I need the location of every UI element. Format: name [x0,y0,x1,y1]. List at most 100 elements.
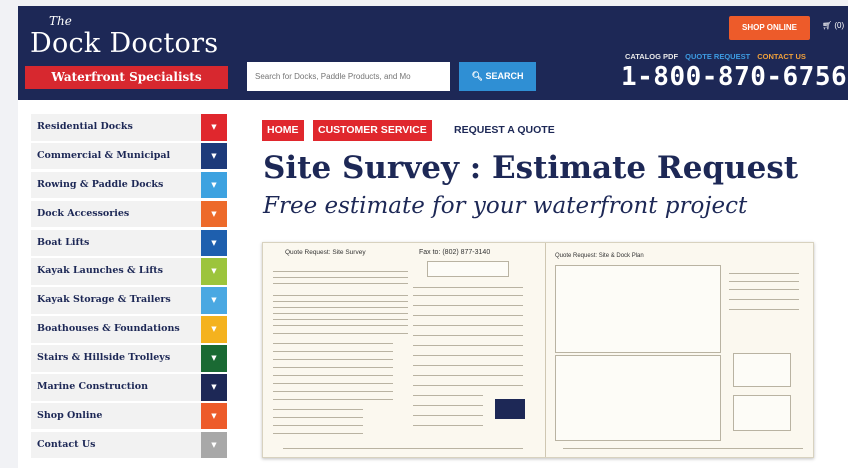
form-diagram-box [733,395,791,431]
form-left-heading: Quote Request: Site Survey [285,249,366,256]
breadcrumb-customer-service[interactable]: CUSTOMER SERVICE [313,120,432,141]
form-line [413,385,523,386]
sidebar-item-contact-us[interactable]: Contact Us ▼ [31,431,227,459]
sidebar-nav: Residential Docks ▼ Commercial & Municipa… [31,114,227,461]
sidebar-item-label: Rowing & Paddle Docks [37,178,164,190]
logo-tagline: Waterfront Specialists [25,66,228,89]
form-line [273,383,393,384]
chevron-down-icon: ▼ [201,431,227,459]
shop-online-button[interactable]: SHOP ONLINE [729,16,810,40]
site-header: The Dock Doctors Waterfront Specialists … [18,6,848,100]
form-line [273,313,408,314]
form-line [729,273,799,274]
breadcrumb-home[interactable]: HOME [262,120,304,141]
form-line [273,417,363,418]
form-line [413,335,523,336]
form-line [273,333,408,334]
page-title: Site Survey : Estimate Request [263,150,799,186]
cart-count: (0) [834,21,845,30]
form-line [729,289,799,290]
cart-link[interactable]: 🛒︎ (0) [822,21,844,30]
search-button[interactable]: 🔍︎ SEARCH [459,62,536,91]
sidebar-item-label: Contact Us [37,438,96,450]
search-button-label: SEARCH [485,71,524,81]
form-line [273,425,363,426]
chevron-down-icon: ▼ [201,374,227,401]
form-logo-image [495,399,525,419]
sidebar-item-label: Marine Construction [37,381,149,393]
site-survey-form-preview[interactable]: Quote Request: Site Survey Fax to: (802)… [262,242,814,458]
form-line [413,365,523,366]
sidebar-item-label: Dock Accessories [37,207,130,219]
form-line [413,375,523,376]
form-line [273,325,408,326]
sidebar-item-rowing-paddle-docks[interactable]: Rowing & Paddle Docks ▼ [31,171,227,199]
chevron-down-icon: ▼ [201,200,227,228]
form-line [273,391,393,392]
sidebar-item-residential-docks[interactable]: Residential Docks ▼ [31,114,227,141]
sidebar-item-label: Residential Docks [37,121,133,132]
form-line [413,287,523,288]
form-line [273,375,393,376]
sidebar-item-shop-online[interactable]: Shop Online ▼ [31,402,227,430]
form-line [273,433,363,434]
sidebar-item-marine-construction[interactable]: Marine Construction ▼ [31,374,227,401]
form-line [413,355,523,356]
form-line [273,343,393,344]
chevron-down-icon: ▼ [201,287,227,314]
form-line [413,395,483,396]
sidebar-item-kayak-launches-lifts[interactable]: Kayak Launches & Lifts ▼ [31,258,227,285]
sidebar-item-label: Commercial & Municipal [37,149,171,161]
form-line [413,315,523,316]
form-line [413,295,523,296]
form-line [413,405,483,406]
form-line [273,351,393,352]
sidebar-item-dock-accessories[interactable]: Dock Accessories ▼ [31,200,227,228]
form-sketch-box [555,265,721,353]
form-line [413,425,483,426]
sidebar-item-boat-lifts[interactable]: Boat Lifts ▼ [31,229,227,257]
logo-name[interactable]: Dock Doctors [30,28,218,59]
form-notice-box [427,261,509,277]
form-line [413,345,523,346]
form-divider [545,243,546,457]
search-input[interactable] [247,62,450,91]
sidebar-item-label: Stairs & Hillside Trolleys [37,352,171,364]
sidebar-item-label: Kayak Launches & Lifts [37,265,164,277]
form-line [413,415,483,416]
form-line [413,325,523,326]
chevron-down-icon: ▼ [201,142,227,170]
sidebar-item-stairs-hillside-trolleys[interactable]: Stairs & Hillside Trolleys ▼ [31,345,227,372]
form-line [273,319,408,320]
form-line [563,448,803,449]
form-right-heading: Quote Request: Site & Dock Plan [555,253,644,259]
chevron-down-icon: ▼ [201,345,227,372]
search-icon: 🔍︎ [471,71,483,81]
page-subtitle: Free estimate for your waterfront projec… [263,193,748,219]
chevron-down-icon: ▼ [201,258,227,285]
form-line [273,301,408,302]
form-fax-text: Fax to: (802) 877-3140 [419,249,491,256]
sidebar-item-label: Boat Lifts [37,236,90,248]
form-line [273,271,408,272]
form-line [729,281,799,282]
logo-the-text: The [49,14,72,28]
contact-us-link[interactable]: CONTACT US [757,52,806,61]
phone-number[interactable]: 1-800-870-6756 [621,62,847,92]
form-line [273,295,408,296]
sidebar-item-label: Shop Online [37,409,103,421]
chevron-down-icon: ▼ [201,229,227,257]
cart-icon: 🛒︎ [822,21,833,30]
sidebar-item-kayak-storage-trailers[interactable]: Kayak Storage & Trailers ▼ [31,287,227,314]
form-line [273,277,408,278]
quote-request-link[interactable]: QUOTE REQUEST [685,52,750,61]
sidebar-item-boathouses-foundations[interactable]: Boathouses & Foundations ▼ [31,316,227,343]
catalog-pdf-link[interactable]: CATALOG PDF [625,52,678,61]
sidebar-item-commercial-municipal[interactable]: Commercial & Municipal ▼ [31,142,227,170]
form-line [273,359,393,360]
form-line [729,299,799,300]
chevron-down-icon: ▼ [201,316,227,343]
sidebar-item-label: Boathouses & Foundations [37,323,180,335]
chevron-down-icon: ▼ [201,114,227,141]
form-line [273,283,408,284]
